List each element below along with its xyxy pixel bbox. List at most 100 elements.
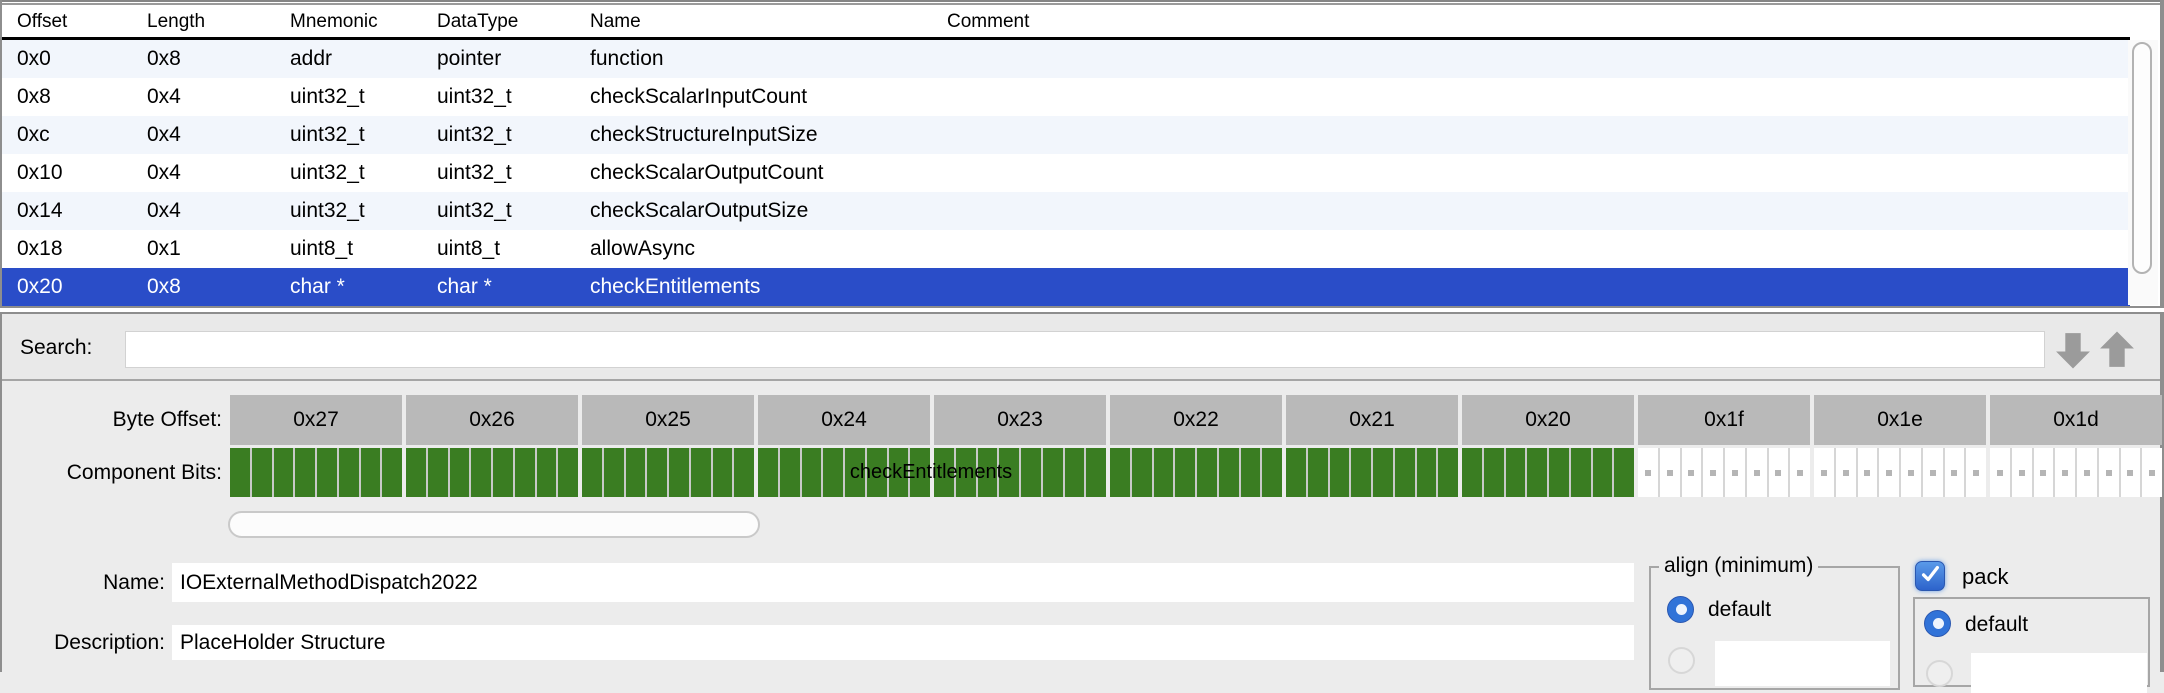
align-default-label[interactable]: default: [1708, 596, 1771, 623]
bit-cell[interactable]: [406, 448, 426, 497]
bit-cell[interactable]: [1395, 448, 1415, 497]
bit-cell[interactable]: [2055, 448, 2075, 497]
bit-cell[interactable]: [978, 448, 998, 497]
bit-cell[interactable]: [604, 448, 624, 497]
bit-byte-group[interactable]: [582, 448, 754, 497]
bit-cell[interactable]: [802, 448, 822, 497]
bit-byte-group[interactable]: [934, 448, 1106, 497]
bit-cell[interactable]: [1836, 448, 1856, 497]
vertical-scrollbar[interactable]: [2128, 40, 2158, 305]
bit-cell[interactable]: [669, 448, 689, 497]
bit-cell[interactable]: [889, 448, 909, 497]
bit-cell[interactable]: [493, 448, 513, 497]
bit-cell[interactable]: [558, 448, 578, 497]
bit-cell[interactable]: [867, 448, 887, 497]
bit-cell[interactable]: [2121, 448, 2141, 497]
horizontal-scrollbar[interactable]: [228, 511, 760, 538]
bit-cell[interactable]: [1549, 448, 1569, 497]
bit-cell[interactable]: [1527, 448, 1547, 497]
align-custom-radio[interactable]: [1668, 647, 1695, 674]
bit-cell[interactable]: [1262, 448, 1282, 497]
description-input[interactable]: [172, 625, 1634, 660]
table-row[interactable]: 0x00x8addrpointerfunction: [2, 40, 2130, 78]
table-row[interactable]: 0x200x8char *char *checkEntitlements: [2, 268, 2130, 306]
bit-cell[interactable]: [1703, 448, 1723, 497]
table-row[interactable]: 0x100x4uint32_tuint32_tcheckScalarOutput…: [2, 154, 2130, 192]
column-header-length[interactable]: Length: [147, 5, 290, 39]
bit-cell[interactable]: [382, 448, 402, 497]
bit-cell[interactable]: [1858, 448, 1878, 497]
bit-cell[interactable]: [1286, 448, 1306, 497]
align-default-radio[interactable]: [1667, 596, 1694, 623]
bit-cell[interactable]: [1923, 448, 1943, 497]
bit-cell[interactable]: [823, 448, 843, 497]
bit-cell[interactable]: [1682, 448, 1702, 497]
bit-cell[interactable]: [1725, 448, 1745, 497]
bit-cell[interactable]: [1417, 448, 1437, 497]
bit-cell[interactable]: [1373, 448, 1393, 497]
bit-cell[interactable]: [1593, 448, 1613, 497]
pack-custom-value-input[interactable]: [1971, 653, 2147, 693]
bit-cell[interactable]: [1879, 448, 1899, 497]
bit-cell[interactable]: [1814, 448, 1834, 497]
bit-cell[interactable]: [1154, 448, 1174, 497]
bit-cell[interactable]: [471, 448, 491, 497]
bit-cell[interactable]: [1438, 448, 1458, 497]
bit-cell[interactable]: [230, 448, 250, 497]
bit-cell[interactable]: [1571, 448, 1591, 497]
bit-cell[interactable]: [1219, 448, 1239, 497]
bit-cell[interactable]: [780, 448, 800, 497]
bit-byte-group[interactable]: [758, 448, 930, 497]
pack-default-radio[interactable]: [1924, 610, 1951, 637]
bit-byte-group[interactable]: [230, 448, 402, 497]
bit-cell[interactable]: [1990, 448, 2010, 497]
bit-cell[interactable]: [1241, 448, 1261, 497]
name-input[interactable]: [172, 563, 1634, 602]
bit-cell[interactable]: [317, 448, 337, 497]
bit-cell[interactable]: [295, 448, 315, 497]
pack-label[interactable]: pack: [1962, 562, 2008, 592]
bit-cell[interactable]: [1966, 448, 1986, 497]
bit-byte-group[interactable]: [1110, 448, 1282, 497]
bit-cell[interactable]: [845, 448, 865, 497]
bit-cell[interactable]: [956, 448, 976, 497]
column-header-name[interactable]: Name: [590, 5, 947, 39]
bit-cell[interactable]: [1308, 448, 1328, 497]
bit-cell[interactable]: [274, 448, 294, 497]
bit-cell[interactable]: [2099, 448, 2119, 497]
bit-cell[interactable]: [1945, 448, 1965, 497]
bit-cell[interactable]: [1351, 448, 1371, 497]
bit-cell[interactable]: [1506, 448, 1526, 497]
bit-cell[interactable]: [1769, 448, 1789, 497]
bit-cell[interactable]: [713, 448, 733, 497]
bit-cell[interactable]: [1462, 448, 1482, 497]
table-row[interactable]: 0x180x1uint8_tuint8_tallowAsync: [2, 230, 2130, 268]
bit-cell[interactable]: [1330, 448, 1350, 497]
bit-cell[interactable]: [515, 448, 535, 497]
bit-cell[interactable]: [2077, 448, 2097, 497]
bit-cell[interactable]: [999, 448, 1019, 497]
bit-cell[interactable]: [450, 448, 470, 497]
bit-cell[interactable]: [1484, 448, 1504, 497]
bit-cell[interactable]: [1175, 448, 1195, 497]
bit-cell[interactable]: [1086, 448, 1106, 497]
bit-cell[interactable]: [647, 448, 667, 497]
bit-cell[interactable]: [582, 448, 602, 497]
table-row[interactable]: 0x80x4uint32_tuint32_tcheckScalarInputCo…: [2, 78, 2130, 116]
bit-cell[interactable]: [1132, 448, 1152, 497]
bit-cell[interactable]: [537, 448, 557, 497]
bit-cell[interactable]: [2012, 448, 2032, 497]
bit-cell[interactable]: [2034, 448, 2054, 497]
bit-cell[interactable]: [1197, 448, 1217, 497]
vertical-scrollbar-thumb[interactable]: [2132, 42, 2152, 274]
bit-cell[interactable]: [758, 448, 778, 497]
column-header-datatype[interactable]: DataType: [437, 5, 590, 39]
table-row[interactable]: 0x140x4uint32_tuint32_tcheckScalarOutput…: [2, 192, 2130, 230]
bit-cell[interactable]: [2142, 448, 2162, 497]
pack-checkbox[interactable]: [1915, 561, 1945, 591]
search-next-button[interactable]: [2054, 330, 2092, 370]
bit-cell[interactable]: [1065, 448, 1085, 497]
column-header-offset[interactable]: Offset: [17, 5, 147, 39]
bit-cell[interactable]: [1614, 448, 1634, 497]
bit-cell[interactable]: [691, 448, 711, 497]
